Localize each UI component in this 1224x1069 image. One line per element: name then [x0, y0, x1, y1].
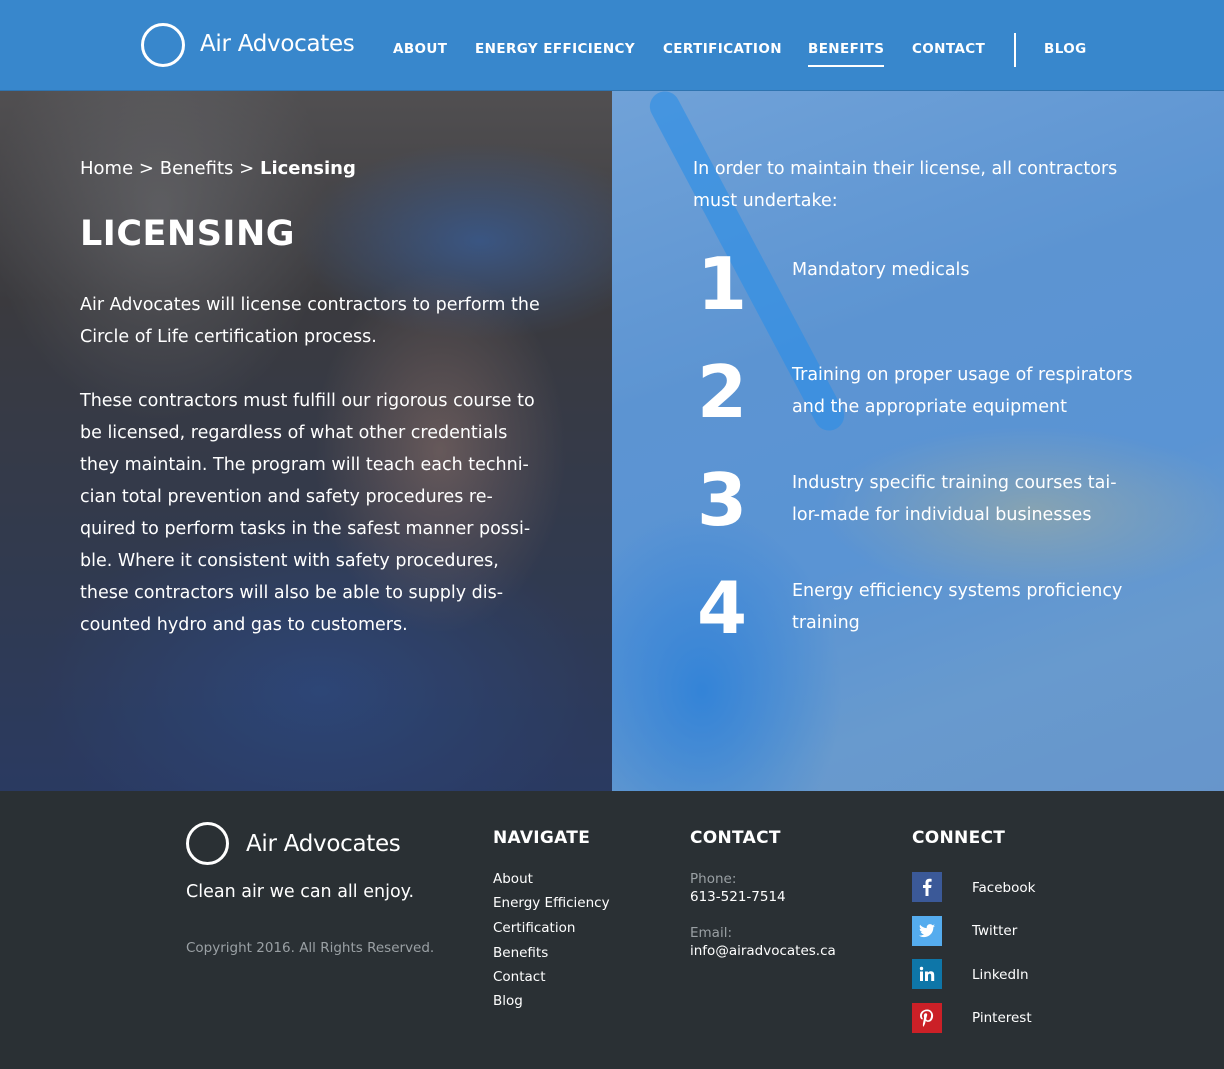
details-paragraph: These contractors must fulfill our rigor…	[80, 391, 535, 635]
linkedin-glyph-icon	[919, 966, 935, 981]
footer-navigate-heading: NAVIGATE	[493, 828, 591, 848]
requirement-number: 2	[696, 350, 748, 434]
footer-link-energy-efficiency[interactable]: Energy Efficiency	[493, 895, 610, 911]
requirement-number: 4	[696, 566, 748, 650]
logo-text[interactable]: Air Advocates	[200, 31, 355, 57]
twitter-link[interactable]: Twitter	[972, 923, 1017, 939]
pinterest-link[interactable]: Pinterest	[972, 1010, 1032, 1026]
nav-item-blog[interactable]: BLOG	[1044, 41, 1087, 57]
requirement-text: Training on proper usage of respirators …	[792, 365, 1133, 417]
twitter-bird-icon	[919, 924, 935, 938]
linkedin-link[interactable]: LinkedIn	[972, 967, 1029, 983]
twitter-icon[interactable]	[912, 916, 942, 946]
facebook-link[interactable]: Facebook	[972, 880, 1035, 896]
breadcrumb-home[interactable]: Home	[80, 158, 133, 179]
linkedin-icon[interactable]	[912, 959, 942, 989]
email-label: Email:	[690, 925, 733, 941]
facebook-glyph-icon	[923, 878, 932, 896]
pinterest-icon[interactable]	[912, 1003, 942, 1033]
footer-link-contact[interactable]: Contact	[493, 969, 546, 985]
footer-link-blog[interactable]: Blog	[493, 993, 523, 1009]
nav-item-certification[interactable]: CERTIFICATION	[663, 41, 782, 57]
breadcrumb-current: Licensing	[259, 158, 356, 179]
site-header: Air Advocates ABOUT ENERGY EFFICIENCY CE…	[0, 0, 1224, 91]
nav-item-contact[interactable]: CONTACT	[912, 41, 985, 57]
phone-number[interactable]: 613-521-7514	[690, 889, 786, 905]
footer-link-about[interactable]: About	[493, 871, 533, 887]
footer-link-benefits[interactable]: Benefits	[493, 945, 548, 961]
breadcrumb: Home > Benefits > Licensing	[80, 158, 356, 179]
copyright-text: Copyright 2016. All Rights Reserved.	[186, 940, 435, 956]
facebook-icon[interactable]	[912, 872, 942, 902]
footer-connect-heading: CONNECT	[912, 828, 1006, 848]
requirement-number: 1	[696, 242, 748, 326]
breadcrumb-separator: >	[138, 158, 154, 179]
nav-active-indicator	[808, 65, 884, 67]
pinterest-glyph-icon	[920, 1009, 934, 1027]
intro-paragraph: Air Advocates will license contractors t…	[80, 295, 540, 347]
breadcrumb-benefits[interactable]: Benefits	[160, 158, 234, 179]
nav-divider	[1014, 33, 1016, 67]
nav-item-benefits[interactable]: BENEFITS	[808, 41, 884, 57]
page-title: LICENSING	[80, 214, 295, 254]
footer-logo-text[interactable]: Air Advocates	[246, 831, 401, 857]
nav-item-about[interactable]: ABOUT	[393, 41, 447, 57]
requirement-text: Industry specific training courses tai-l…	[792, 473, 1117, 525]
footer-logo-circle-icon[interactable]	[186, 822, 229, 865]
footer-contact-heading: CONTACT	[690, 828, 781, 848]
footer-tagline: Clean air we can all enjoy.	[186, 882, 415, 902]
email-address[interactable]: info@airadvocates.ca	[690, 943, 836, 959]
logo-circle-icon[interactable]	[141, 23, 185, 67]
requirement-number: 3	[696, 458, 748, 542]
phone-label: Phone:	[690, 871, 737, 887]
footer-link-certification[interactable]: Certification	[493, 920, 575, 936]
requirement-text: Mandatory medicals	[792, 260, 970, 280]
site-footer: Air Advocates Clean air we can all enjoy…	[0, 791, 1224, 1069]
requirement-text: Energy efficiency systems proficiency tr…	[792, 581, 1123, 633]
breadcrumb-separator: >	[239, 158, 255, 179]
nav-item-energy-efficiency[interactable]: ENERGY EFFICIENCY	[475, 41, 635, 57]
requirements-intro: In order to maintain their license, all …	[693, 159, 1118, 211]
